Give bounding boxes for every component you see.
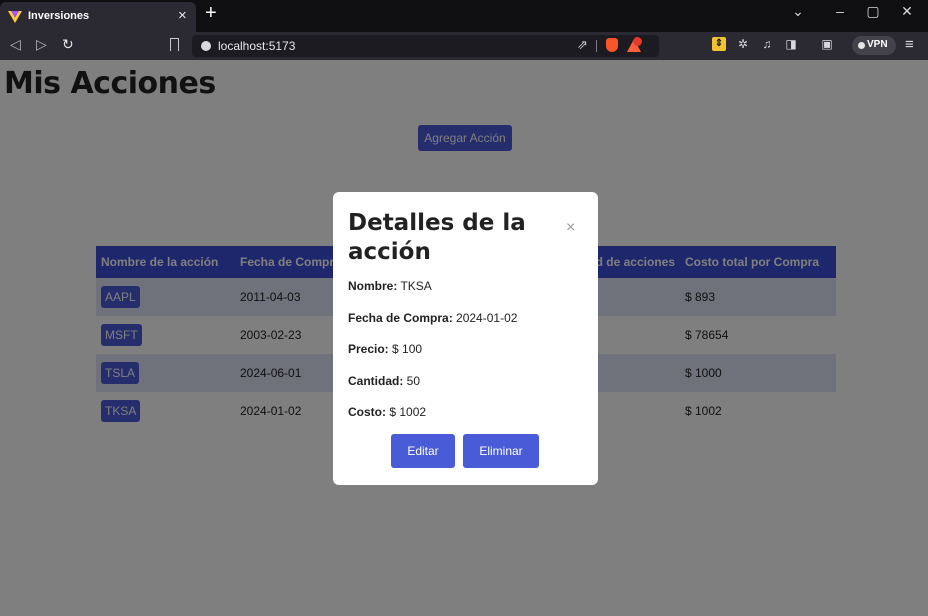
rewards-badge [633, 37, 642, 46]
maximize-icon[interactable]: ▢ [863, 3, 883, 20]
url-separator [596, 40, 597, 52]
detail-label: Fecha de Compra: [348, 311, 453, 325]
sidebar-icon[interactable]: ◨ [784, 37, 798, 51]
stock-details-modal: Detalles de la acción × Nombre: TKSA Fec… [333, 192, 598, 485]
detail-value: 2024-01-02 [452, 311, 518, 325]
browser-tab[interactable]: Inversiones × [0, 2, 196, 32]
detail-name: Nombre: TKSA [348, 279, 432, 293]
modal-title: Detalles de la acción [348, 210, 526, 265]
tab-title: Inversiones [28, 10, 90, 22]
detail-value: 50 [403, 374, 421, 388]
wallet-icon[interactable]: ▣ [820, 37, 834, 51]
reload-icon[interactable]: ↻ [62, 36, 74, 53]
close-icon[interactable]: × [566, 219, 575, 237]
url-text[interactable]: localhost:5173 [218, 39, 295, 53]
detail-value: TKSA [397, 279, 432, 293]
address-bar[interactable]: localhost:5173 ⇗ [192, 35, 659, 57]
brave-shields-icon[interactable] [606, 38, 618, 52]
detail-value: $ 1002 [386, 405, 427, 419]
back-icon[interactable]: ◁ [10, 36, 21, 53]
detail-purchase-date: Fecha de Compra: 2024-01-02 [348, 311, 517, 325]
detail-label: Nombre: [348, 279, 398, 293]
extensions-puzzle-icon[interactable]: ✲ [736, 37, 750, 51]
detail-value: $ 100 [388, 342, 423, 356]
site-info-icon[interactable] [201, 41, 211, 51]
detail-label: Costo: [348, 405, 386, 419]
tab-close-icon[interactable]: × [178, 7, 187, 24]
vpn-label: VPN [867, 39, 888, 50]
detail-label: Precio: [348, 342, 389, 356]
app-favicon-icon [8, 11, 22, 23]
detail-cost: Costo: $ 1002 [348, 405, 426, 419]
minimize-icon[interactable]: – [830, 3, 850, 19]
bookmark-icon[interactable] [170, 38, 179, 51]
page-content: Mis Acciones Agregar Acción Nombre de la… [0, 60, 928, 616]
delete-button[interactable]: Eliminar [463, 434, 539, 468]
extension-icon[interactable]: ⇕ [712, 37, 726, 51]
browser-tab-bar: Inversiones × + ⌄ – ▢ ✕ [0, 0, 928, 32]
vpn-status-icon [858, 42, 865, 49]
new-tab-icon[interactable]: + [205, 2, 217, 25]
menu-icon[interactable]: ≡ [905, 36, 914, 53]
detail-quantity: Cantidad: 50 [348, 374, 420, 388]
forward-icon[interactable]: ▷ [36, 36, 47, 53]
browser-toolbar: ◁ ▷ ↻ localhost:5173 ⇗ ⇕ ✲ ♫ ◨ ▣ VPN ≡ [0, 32, 928, 60]
detail-price: Precio: $ 100 [348, 342, 422, 356]
share-icon[interactable]: ⇗ [577, 37, 588, 53]
media-icon[interactable]: ♫ [760, 37, 774, 51]
detail-label: Cantidad: [348, 374, 404, 388]
vpn-button[interactable]: VPN [852, 36, 896, 55]
tab-search-chevron-icon[interactable]: ⌄ [788, 3, 808, 20]
edit-button[interactable]: Editar [391, 434, 455, 468]
close-window-icon[interactable]: ✕ [897, 3, 917, 20]
